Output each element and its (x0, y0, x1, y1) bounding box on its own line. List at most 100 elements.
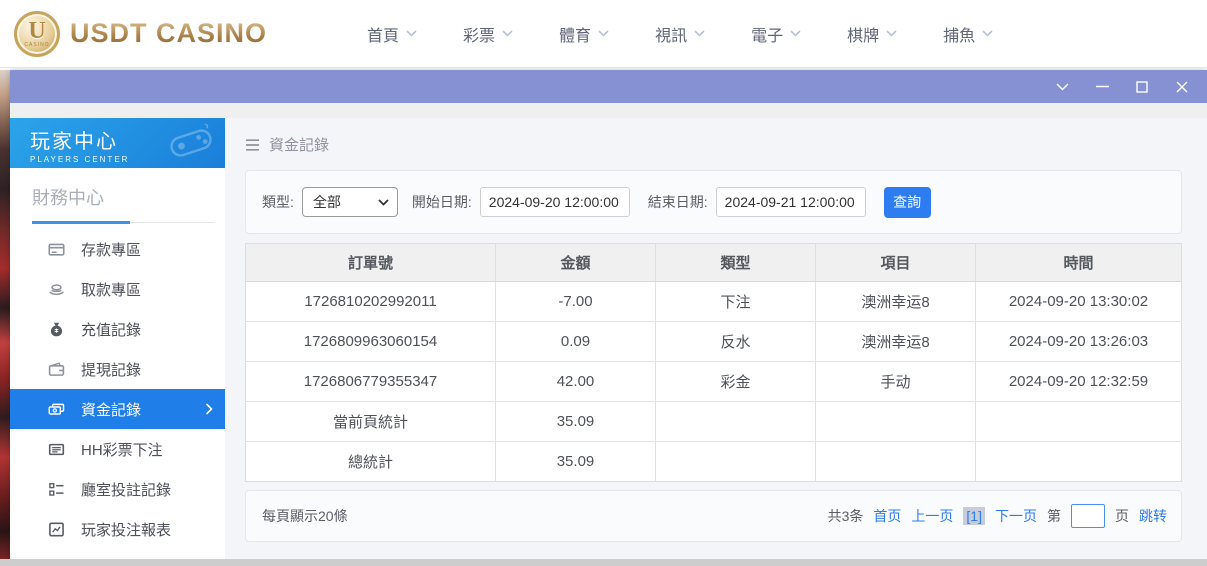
window-collapse-icon[interactable] (1049, 75, 1075, 99)
window-close-icon[interactable] (1169, 75, 1195, 99)
window-minimize-icon[interactable] (1089, 75, 1115, 99)
window-maximize-icon[interactable] (1129, 75, 1155, 99)
chevron-down-icon (790, 30, 801, 37)
cell-empty (816, 402, 976, 442)
sidebar-item-label: 廳室投註記錄 (81, 479, 171, 500)
cell-item: 手动 (816, 362, 976, 402)
type-select[interactable]: 全部 (302, 187, 398, 217)
page-header: 資金記錄 (225, 118, 1207, 155)
cell-empty (976, 402, 1182, 442)
sidebar-item-label: 存款專區 (81, 239, 141, 260)
nav-label: 棋牌 (847, 22, 879, 46)
next-page-link[interactable]: 下一页 (995, 506, 1037, 526)
jump-suffix-label: 页 (1115, 506, 1129, 526)
logo-ball-icon: U CASINO (14, 11, 60, 57)
sidebar-item-room-bet-records[interactable]: 廳室投註記錄 (10, 469, 225, 509)
nav-item-lottery[interactable]: 彩票 (463, 22, 513, 46)
logo-small-text: CASINO (24, 42, 49, 48)
nav-label: 電子 (751, 22, 783, 46)
sidebar-item-deposit[interactable]: 存款專區 (10, 229, 225, 269)
fund-records-table: 訂單號 金額 類型 項目 時間 1726810202992011 -7.00 下… (245, 243, 1182, 482)
table-row: 1726810202992011 -7.00 下注 澳洲幸运8 2024-09-… (246, 282, 1182, 322)
chevron-down-icon (378, 199, 389, 206)
sidebar-item-withdraw[interactable]: 取款專區 (10, 269, 225, 309)
pager: 共3条 首页 上一页 [1] 下一页 第 页 跳转 (828, 504, 1167, 528)
cell-amount: 35.09 (496, 442, 656, 482)
type-select-value: 全部 (313, 192, 341, 212)
jump-prefix-label: 第 (1047, 506, 1061, 526)
nav-label: 視訊 (655, 22, 687, 46)
table-header-row: 訂單號 金額 類型 項目 時間 (246, 244, 1182, 282)
first-page-link[interactable]: 首页 (873, 506, 901, 526)
cell-empty (976, 442, 1182, 482)
wallet-icon (48, 361, 65, 378)
sidebar-section-finance: 財務中心 (32, 184, 215, 223)
background-photo-strip (0, 70, 10, 566)
sidebar-item-label: HH彩票下注 (81, 439, 163, 460)
sidebar-item-hh-lottery-bets[interactable]: HH彩票下注 (10, 429, 225, 469)
chevron-down-icon (982, 30, 993, 37)
site-logo[interactable]: U CASINO USDT CASINO (14, 11, 267, 57)
chevron-down-icon (694, 30, 705, 37)
site-header: U CASINO USDT CASINO 首頁 彩票 體育 視訊 電子 棋牌 (0, 0, 1207, 68)
nav-label: 首頁 (367, 22, 399, 46)
nav-item-chess[interactable]: 棋牌 (847, 22, 897, 46)
search-button[interactable]: 查詢 (884, 187, 931, 218)
cell-type: 彩金 (656, 362, 816, 402)
gamepad-icon (165, 124, 217, 167)
sidebar-item-player-bet-report[interactable]: 玩家投注報表 (10, 509, 225, 549)
current-page-indicator: [1] (963, 507, 985, 525)
cell-amount: 35.09 (496, 402, 656, 442)
sidebar-item-fund-records[interactable]: 資金記錄 (10, 389, 225, 429)
nav-item-home[interactable]: 首頁 (367, 22, 417, 46)
logo-text: USDT CASINO (70, 18, 267, 49)
cell-item: 澳洲幸运8 (816, 322, 976, 362)
cell-time: 2024-09-20 13:30:02 (976, 282, 1182, 322)
col-header-time: 時間 (976, 244, 1182, 282)
jump-page-input[interactable] (1071, 504, 1105, 528)
chevron-down-icon (502, 30, 513, 37)
start-date-input[interactable] (480, 187, 630, 217)
hamburger-icon[interactable] (245, 139, 260, 151)
cell-label: 當前頁統計 (246, 402, 496, 442)
sidebar-item-label: 提現記錄 (81, 359, 141, 380)
nav-item-video[interactable]: 視訊 (655, 22, 705, 46)
cell-type: 下注 (656, 282, 816, 322)
money-bag-icon (48, 321, 65, 338)
nav-item-slots[interactable]: 電子 (751, 22, 801, 46)
cell-label: 總統計 (246, 442, 496, 482)
sidebar-item-label: 取款專區 (81, 279, 141, 300)
start-date-label: 開始日期: (412, 192, 472, 212)
cell-item: 澳洲幸运8 (816, 282, 976, 322)
cell-type: 反水 (656, 322, 816, 362)
sidebar-item-label: 玩家投注報表 (81, 519, 171, 540)
main-nav: 首頁 彩票 體育 視訊 電子 棋牌 捕魚 (367, 22, 993, 46)
nav-item-fishing[interactable]: 捕魚 (943, 22, 993, 46)
nav-item-sports[interactable]: 體育 (559, 22, 609, 46)
window-titlebar (10, 70, 1207, 103)
col-header-item: 項目 (816, 244, 976, 282)
cell-order-no: 1726806779355347 (246, 362, 496, 402)
cell-empty (656, 442, 816, 482)
table-row-page-total: 當前頁統計 35.09 (246, 402, 1182, 442)
sidebar-item-withdrawal-records[interactable]: 提現記錄 (10, 349, 225, 389)
table-row: 1726806779355347 42.00 彩金 手动 2024-09-20 … (246, 362, 1182, 402)
prev-page-link[interactable]: 上一页 (911, 506, 953, 526)
col-header-order-no: 訂單號 (246, 244, 496, 282)
total-count-text: 共3条 (828, 506, 864, 526)
sidebar: 玩家中心 PLAYERS CENTER 財務中心 存款專區 取款專區 充值記錄 (10, 118, 225, 566)
chevron-down-icon (886, 30, 897, 37)
ticket-list-icon (48, 441, 65, 458)
report-chart-icon (48, 521, 65, 538)
jump-button[interactable]: 跳转 (1139, 506, 1167, 526)
cell-amount: 0.09 (496, 322, 656, 362)
bank-card-icon (48, 241, 65, 258)
nav-label: 捕魚 (943, 22, 975, 46)
end-date-input[interactable] (716, 187, 866, 217)
sidebar-header: 玩家中心 PLAYERS CENTER (10, 118, 225, 168)
col-header-type: 類型 (656, 244, 816, 282)
sidebar-item-recharge-records[interactable]: 充值記錄 (10, 309, 225, 349)
cell-amount: -7.00 (496, 282, 656, 322)
chevron-down-icon (406, 30, 417, 37)
page-size-text: 每頁顯示20條 (262, 506, 348, 526)
